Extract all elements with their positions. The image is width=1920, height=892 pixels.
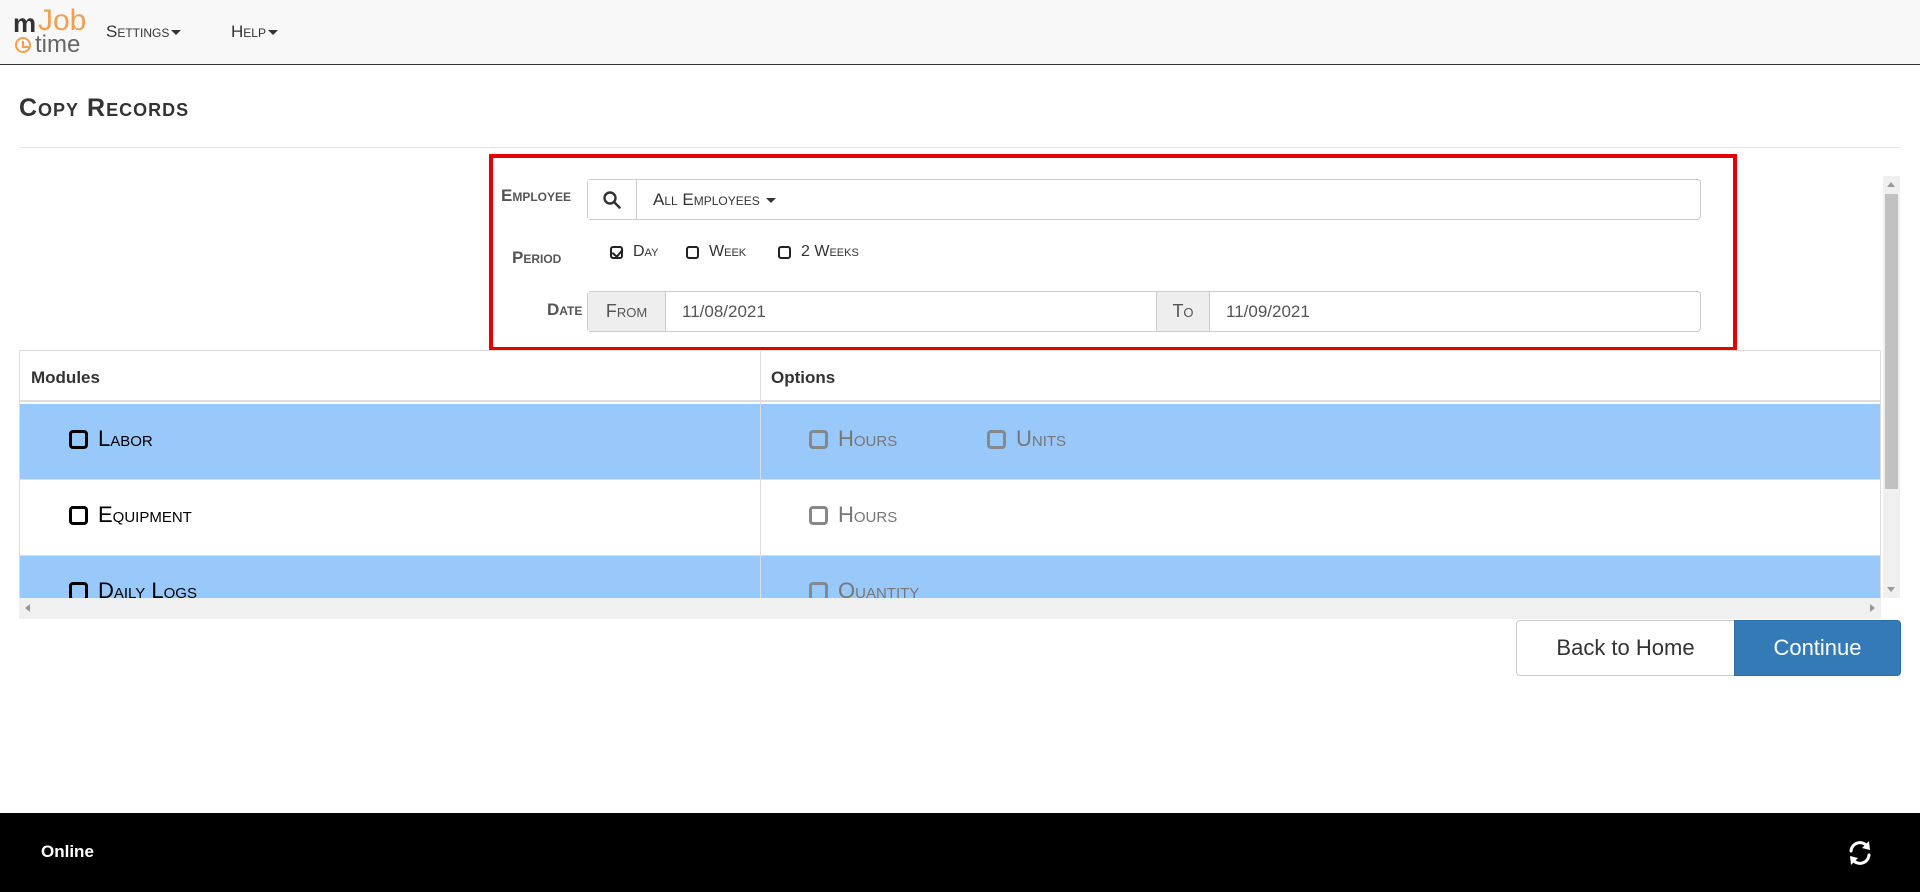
period-day-option[interactable]: Day <box>610 243 658 261</box>
column-divider <box>760 351 761 618</box>
checkbox-icon <box>778 245 791 259</box>
continue-button[interactable]: Continue <box>1734 620 1901 676</box>
horizontal-scrollbar[interactable] <box>19 598 1881 619</box>
period-label: Period <box>512 248 562 267</box>
settings-menu-label: Settings <box>106 22 170 41</box>
scroll-left-icon[interactable] <box>25 604 30 612</box>
to-addon: To <box>1156 292 1210 331</box>
module-labor-checkbox[interactable]: Labor <box>69 426 153 452</box>
checkbox-icon <box>987 429 1006 449</box>
settings-menu[interactable]: Settings <box>106 22 182 42</box>
connection-status: Online <box>41 842 94 861</box>
employee-value: All Employees <box>653 190 760 209</box>
page-title: Copy Records <box>19 94 190 122</box>
column-header-options: Options <box>760 351 1880 402</box>
search-icon <box>603 190 621 209</box>
refresh-icon[interactable] <box>1846 839 1874 867</box>
caret-down-icon <box>267 30 278 36</box>
scroll-right-icon[interactable] <box>1870 604 1875 612</box>
logo-m: m <box>13 8 37 38</box>
checkbox-checked-icon <box>610 245 623 259</box>
scrollbar-thumb[interactable] <box>1885 194 1898 489</box>
column-header-modules: Modules <box>20 351 760 402</box>
table-row: Labor Hours Units <box>20 404 1880 480</box>
checkbox-icon <box>686 245 699 259</box>
top-navbar: m Job time Settings Help <box>0 0 1920 65</box>
option-hours-checkbox[interactable]: Hours <box>809 426 897 452</box>
date-range: From 11/08/2021 To 11/09/2021 <box>587 291 1701 332</box>
checkbox-icon <box>69 505 88 525</box>
checkbox-icon <box>809 505 828 525</box>
from-addon: From <box>588 292 666 331</box>
checkbox-icon <box>809 429 828 449</box>
option-label: Hours <box>838 426 898 451</box>
module-label: Labor <box>98 426 153 451</box>
checkbox-icon <box>69 429 88 449</box>
footer-bar: Online <box>0 813 1920 892</box>
modules-table: Modules Options Labor Hours Units Equipm… <box>19 350 1881 619</box>
filter-panel: Employee All Employees Period Day Week 2… <box>489 154 1737 351</box>
employee-selector[interactable]: All Employees <box>587 179 1701 220</box>
employee-dropdown[interactable]: All Employees <box>653 190 776 210</box>
clock-icon <box>15 37 31 53</box>
period-option-label: 2 Weeks <box>801 243 859 260</box>
option-label: Hours <box>838 502 898 527</box>
period-option-label: Day <box>633 243 659 260</box>
vertical-scrollbar[interactable] <box>1883 176 1900 598</box>
title-divider <box>19 147 1901 148</box>
caret-down-icon <box>171 30 182 36</box>
back-to-home-button[interactable]: Back to Home <box>1516 620 1735 676</box>
option-hours-checkbox[interactable]: Hours <box>809 502 897 528</box>
caret-down-icon <box>765 198 776 204</box>
module-label: Equipment <box>98 502 192 527</box>
table-row: Equipment Hours <box>20 480 1880 556</box>
option-label: Units <box>1016 426 1067 451</box>
app-logo[interactable]: m Job time <box>13 4 91 58</box>
scroll-down-icon[interactable] <box>1887 587 1895 592</box>
period-option-label: Week <box>709 243 747 260</box>
date-label: Date <box>547 300 583 319</box>
period-week-option[interactable]: Week <box>686 243 746 261</box>
search-button[interactable] <box>588 180 637 219</box>
help-menu-label: Help <box>231 22 266 41</box>
employee-label: Employee <box>501 186 572 205</box>
to-date-input[interactable]: 11/09/2021 <box>1226 302 1310 322</box>
period-2weeks-option[interactable]: 2 Weeks <box>778 243 859 261</box>
module-equipment-checkbox[interactable]: Equipment <box>69 502 192 528</box>
help-menu[interactable]: Help <box>231 22 278 42</box>
scroll-up-icon[interactable] <box>1887 182 1895 187</box>
logo-time: time <box>35 31 81 58</box>
option-units-checkbox[interactable]: Units <box>987 426 1066 452</box>
from-date-input[interactable]: 11/08/2021 <box>682 302 766 322</box>
